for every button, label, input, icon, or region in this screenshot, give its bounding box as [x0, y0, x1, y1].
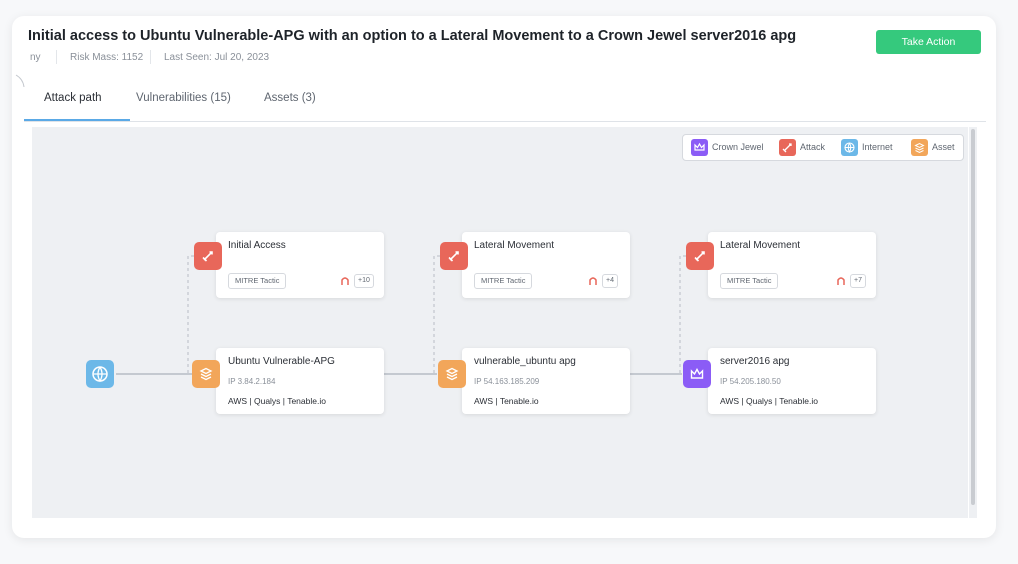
graph-legend: Crown Jewel Attack Internet Asset [682, 134, 964, 161]
node-title: vulnerable_ubuntu apg [474, 356, 576, 367]
node-title: Ubuntu Vulnerable-APG [228, 356, 335, 367]
node-ip: IP 3.84.2.184 [228, 377, 276, 386]
asset-icon [199, 367, 213, 381]
mitre-tactic-tag: MITRE Tactic [474, 273, 533, 289]
asset-node-vulnerable-ubuntu-apg[interactable]: vulnerable_ubuntu apg IP 54.163.185.209 … [462, 348, 630, 414]
node-title: server2016 apg [720, 356, 790, 367]
technique-count-badge: +7 [850, 274, 866, 288]
asset-node-icon [438, 360, 466, 388]
attack-node-initial-access[interactable]: Initial Access MITRE Tactic +10 [216, 232, 384, 298]
sword-icon [202, 251, 213, 262]
crown-jewel-node-server2016-apg[interactable]: server2016 apg IP 54.205.180.50 AWS | Qu… [708, 348, 876, 414]
node-sources: AWS | Qualys | Tenable.io [228, 396, 326, 406]
node-sources: AWS | Qualys | Tenable.io [720, 396, 818, 406]
asset-node-ubuntu-vulnerable-apg[interactable]: Ubuntu Vulnerable-APG IP 3.84.2.184 AWS … [216, 348, 384, 414]
attack-node-lateral-movement-1[interactable]: Lateral Movement MITRE Tactic +4 [462, 232, 630, 298]
legend-label: Crown Jewel [712, 142, 764, 152]
attack-node-icon [194, 242, 222, 270]
attack-node-icon [440, 242, 468, 270]
mitre-tactic-tag: MITRE Tactic [720, 273, 779, 289]
legend-label: Asset [932, 142, 955, 152]
technique-count-badge: +4 [602, 274, 618, 288]
node-title: Lateral Movement [474, 240, 555, 251]
node-title: Lateral Movement [720, 240, 801, 251]
node-ip: IP 54.205.180.50 [720, 377, 781, 386]
technique-count-badge: +10 [354, 274, 374, 288]
technique-icon [589, 277, 597, 285]
sword-icon [448, 251, 459, 262]
attack-node-lateral-movement-2[interactable]: Lateral Movement MITRE Tactic +7 [708, 232, 876, 298]
crown-jewel-node-icon [683, 360, 711, 388]
technique-icon [341, 277, 349, 285]
crown-icon [691, 139, 708, 156]
internet-node[interactable] [86, 360, 114, 388]
legend-label: Internet [862, 142, 893, 152]
attack-node-icon [686, 242, 714, 270]
asset-icon [911, 139, 928, 156]
globe-icon [92, 366, 108, 383]
node-ip: IP 54.163.185.209 [474, 377, 540, 386]
node-title: Initial Access [228, 240, 286, 251]
sword-icon [779, 139, 796, 156]
sword-icon [694, 251, 705, 262]
dashed-edge-attack2 [433, 255, 440, 374]
crown-icon [690, 368, 704, 379]
asset-icon [445, 367, 459, 381]
dashed-edge-attack1 [187, 255, 194, 374]
dashed-edge-attack3 [679, 255, 686, 374]
asset-node-icon [192, 360, 220, 388]
legend-label: Attack [800, 142, 826, 152]
technique-icon [837, 277, 845, 285]
globe-icon [841, 139, 858, 156]
mitre-tactic-tag: MITRE Tactic [228, 273, 287, 289]
node-sources: AWS | Tenable.io [474, 396, 539, 406]
